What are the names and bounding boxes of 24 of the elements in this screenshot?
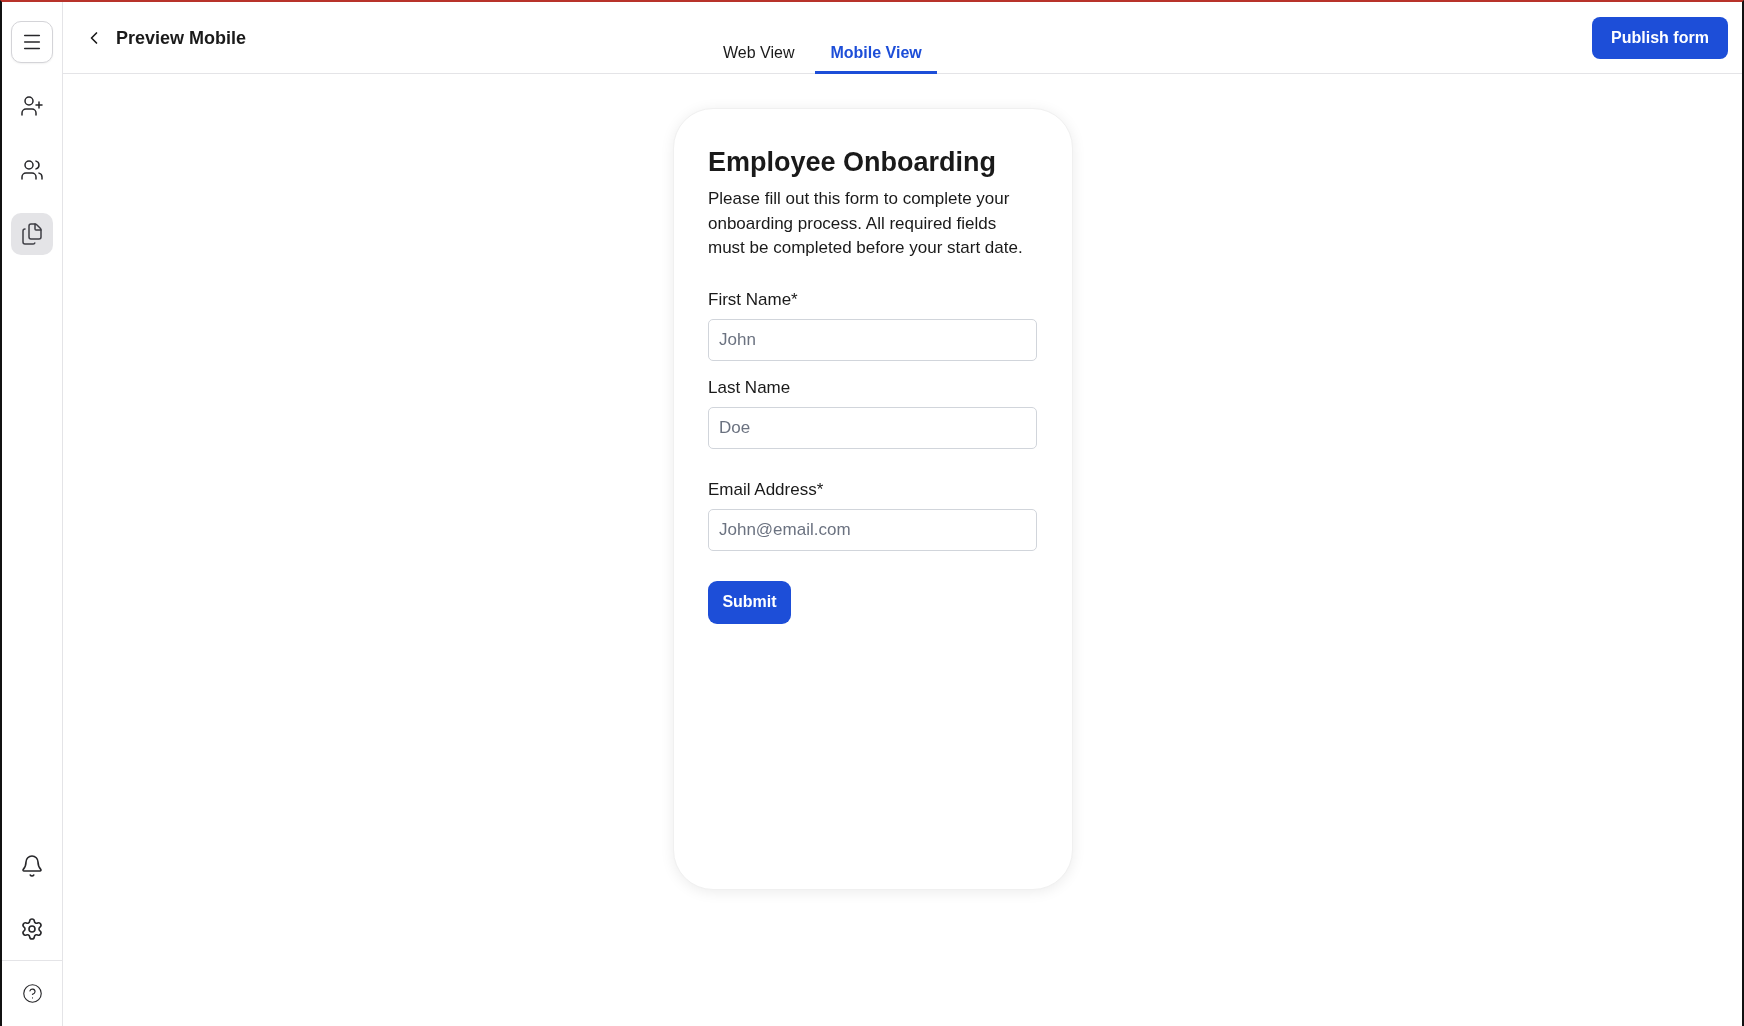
input-field[interactable]: Doe — [708, 406, 1037, 449]
menu-button[interactable] — [11, 21, 53, 63]
input-field[interactable]: John — [708, 318, 1037, 361]
publish-button[interactable]: Publish form — [1592, 16, 1728, 59]
help-button[interactable] — [21, 983, 43, 1004]
view-tab[interactable]: Mobile View — [815, 43, 937, 74]
page-title: Preview Mobile — [116, 26, 247, 50]
files-icon — [20, 222, 44, 246]
form-description: Please fill out this form to complete your onboarding process. All required fields must be completed before your start date. — [708, 188, 1024, 259]
view-tab[interactable]: Web View — [708, 43, 810, 74]
field-label: Email Address* — [708, 478, 824, 501]
settings-icon — [20, 917, 44, 941]
submit-button[interactable]: Submit — [708, 580, 791, 624]
users-icon — [20, 158, 44, 182]
user-plus-icon — [20, 94, 44, 118]
settings-button[interactable] — [20, 917, 44, 941]
notifications-button[interactable] — [20, 854, 44, 878]
help-icon — [21, 983, 43, 1004]
field-label: Last Name — [708, 376, 791, 399]
field-label: First Name* — [708, 288, 798, 311]
form-title: Employee Onboarding — [708, 146, 997, 179]
bell-icon — [20, 854, 44, 878]
input-field[interactable]: John@email.com — [708, 508, 1037, 551]
sidebar-button[interactable] — [11, 213, 53, 255]
